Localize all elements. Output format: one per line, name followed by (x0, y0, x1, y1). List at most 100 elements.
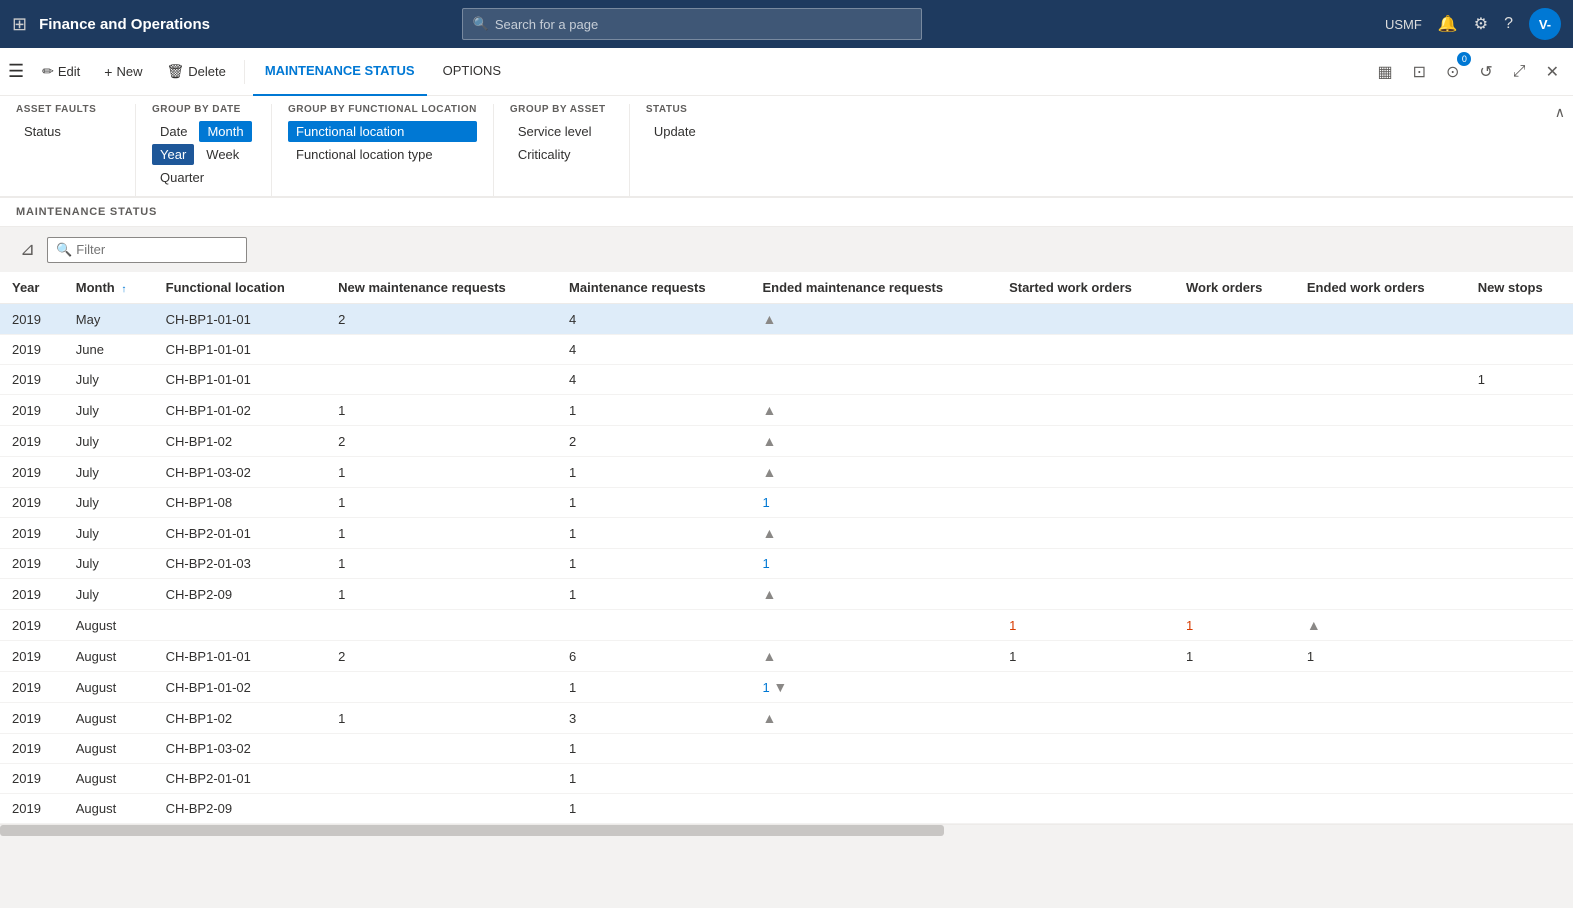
table-row[interactable]: 2019 July CH-BP1-03-02 1 1 ▲ (0, 457, 1573, 488)
avatar[interactable]: V- (1529, 8, 1561, 40)
cell-month: July (64, 579, 154, 610)
table-row[interactable]: 2019 July CH-BP1-01-01 4 1 (0, 365, 1573, 395)
cell-location: CH-BP1-03-02 (154, 457, 327, 488)
ribbon-item-week[interactable]: Week (198, 144, 247, 165)
ribbon-group-asset-faults: ASSET FAULTS Status (16, 104, 136, 196)
search-bar[interactable]: 🔍 (462, 8, 922, 40)
new-button[interactable]: + New (94, 58, 152, 86)
ribbon-item-functional-location-type[interactable]: Functional location type (288, 144, 477, 165)
table-row[interactable]: 2019 August CH-BP2-09 1 (0, 794, 1573, 824)
close-icon[interactable]: ✕ (1540, 56, 1565, 88)
hamburger-menu[interactable]: ☰ (8, 61, 24, 82)
table-row[interactable]: 2019 July CH-BP2-09 1 1 ▲ (0, 579, 1573, 610)
cell-ended-wo (1295, 734, 1466, 764)
ribbon-item-month[interactable]: Month (199, 121, 251, 142)
cell-ended-wo (1295, 426, 1466, 457)
help-icon[interactable]: ? (1504, 15, 1513, 33)
app-title: Finance and Operations (39, 16, 210, 33)
ribbon-item-date[interactable]: Date (152, 121, 195, 142)
table-row[interactable]: 2019 August CH-BP1-01-02 1 1 ▼ (0, 672, 1573, 703)
cell-location: CH-BP1-03-02 (154, 734, 327, 764)
grid-icon[interactable]: ⊞ (12, 14, 27, 35)
cell-ended-wo: 1 (1295, 641, 1466, 672)
table-row[interactable]: 2019 July CH-BP1-01-02 1 1 ▲ (0, 395, 1573, 426)
grid-view-icon[interactable]: ▦ (1371, 56, 1398, 88)
cell-wo (1174, 488, 1295, 518)
col-location[interactable]: Functional location (154, 272, 327, 304)
filter-funnel-icon[interactable]: ⊿ (16, 235, 39, 264)
table-row[interactable]: 2019 July CH-BP1-08 1 1 1 (0, 488, 1573, 518)
cell-month: August (64, 610, 154, 641)
ribbon-item-criticality[interactable]: Criticality (510, 144, 613, 165)
col-wo[interactable]: Work orders (1174, 272, 1295, 304)
cell-month: July (64, 549, 154, 579)
trend-up-icon: ▲ (763, 311, 777, 327)
delete-button[interactable]: 🗑 Delete (156, 57, 235, 86)
col-new-stops[interactable]: New stops (1466, 272, 1573, 304)
cell-ended-mr (751, 794, 998, 824)
horizontal-scrollbar[interactable] (0, 824, 1573, 836)
cell-wo (1174, 304, 1295, 335)
edit-button[interactable]: ✏ Edit (32, 57, 90, 86)
table-row[interactable]: 2019 May CH-BP1-01-01 2 4 ▲ (0, 304, 1573, 335)
filter-input[interactable] (76, 242, 238, 257)
table-row[interactable]: 2019 August CH-BP2-01-01 1 (0, 764, 1573, 794)
trend-up-icon: ▲ (763, 525, 777, 541)
ribbon-item-quarter[interactable]: Quarter (152, 167, 255, 188)
settings-icon[interactable]: ⚙ (1474, 14, 1488, 34)
cell-year: 2019 (0, 734, 64, 764)
table-row[interactable]: 2019 August CH-BP1-02 1 3 ▲ (0, 703, 1573, 734)
tab-maintenance-status[interactable]: MAINTENANCE STATUS (253, 48, 427, 96)
cell-new-stops (1466, 579, 1573, 610)
cell-ended-mr: ▲ (751, 426, 998, 457)
tab-options[interactable]: OPTIONS (431, 48, 514, 96)
col-started-wo[interactable]: Started work orders (997, 272, 1174, 304)
cell-started-wo (997, 672, 1174, 703)
notification-icon[interactable]: 🔔 (1438, 14, 1458, 34)
col-ended-mr[interactable]: Ended maintenance requests (751, 272, 998, 304)
table-row[interactable]: 2019 July CH-BP1-02 2 2 ▲ (0, 426, 1573, 457)
filter-input-wrap[interactable]: 🔍 (47, 237, 247, 263)
cell-started-wo (997, 764, 1174, 794)
refresh-icon[interactable]: ↺ (1473, 56, 1498, 88)
ribbon-collapse-icon[interactable]: ∧ (1555, 104, 1565, 121)
table-row[interactable]: 2019 August 1 1 ▲ (0, 610, 1573, 641)
cell-started-wo (997, 457, 1174, 488)
col-year[interactable]: Year (0, 272, 64, 304)
cell-new-stops (1466, 610, 1573, 641)
ribbon-item-year[interactable]: Year (152, 144, 194, 165)
cell-new-stops (1466, 488, 1573, 518)
search-input[interactable] (495, 17, 911, 32)
ribbon-group-date-title: GROUP BY DATE (152, 104, 255, 115)
page-content: MAINTENANCE STATUS ⊿ 🔍 Year Month ↑ Func… (0, 198, 1573, 836)
ribbon-item-functional-location[interactable]: Functional location (288, 121, 477, 142)
col-month[interactable]: Month ↑ (64, 272, 154, 304)
ribbon-item-status[interactable]: Status (16, 121, 119, 142)
cell-mr: 1 (557, 457, 750, 488)
table-row[interactable]: 2019 June CH-BP1-01-01 4 (0, 335, 1573, 365)
cell-ended-mr: 1 ▼ (751, 672, 998, 703)
table-row[interactable]: 2019 July CH-BP2-01-01 1 1 ▲ (0, 518, 1573, 549)
cell-location: CH-BP2-09 (154, 579, 327, 610)
col-mr[interactable]: Maintenance requests (557, 272, 750, 304)
expand-icon[interactable]: ⤢ (1507, 57, 1532, 87)
table-row[interactable]: 2019 August CH-BP1-01-01 2 6 ▲ 1 1 1 (0, 641, 1573, 672)
ribbon-item-service-level[interactable]: Service level (510, 121, 613, 142)
table-row[interactable]: 2019 July CH-BP2-01-03 1 1 1 (0, 549, 1573, 579)
cell-month: July (64, 365, 154, 395)
window-icon[interactable]: ⊡ (1407, 56, 1432, 88)
cell-year: 2019 (0, 426, 64, 457)
cell-new-mr (326, 734, 557, 764)
cell-started-wo (997, 335, 1174, 365)
cell-location: CH-BP1-08 (154, 488, 327, 518)
col-ended-wo[interactable]: Ended work orders (1295, 272, 1466, 304)
cell-month: August (64, 703, 154, 734)
col-new-mr[interactable]: New maintenance requests (326, 272, 557, 304)
ribbon-item-update[interactable]: Update (646, 121, 750, 142)
cell-started-wo (997, 549, 1174, 579)
table-row[interactable]: 2019 August CH-BP1-03-02 1 (0, 734, 1573, 764)
cell-mr: 4 (557, 304, 750, 335)
ribbon-group-date: GROUP BY DATE Date Month Year Week Quart… (152, 104, 272, 196)
cell-ended-mr (751, 734, 998, 764)
cell-year: 2019 (0, 641, 64, 672)
